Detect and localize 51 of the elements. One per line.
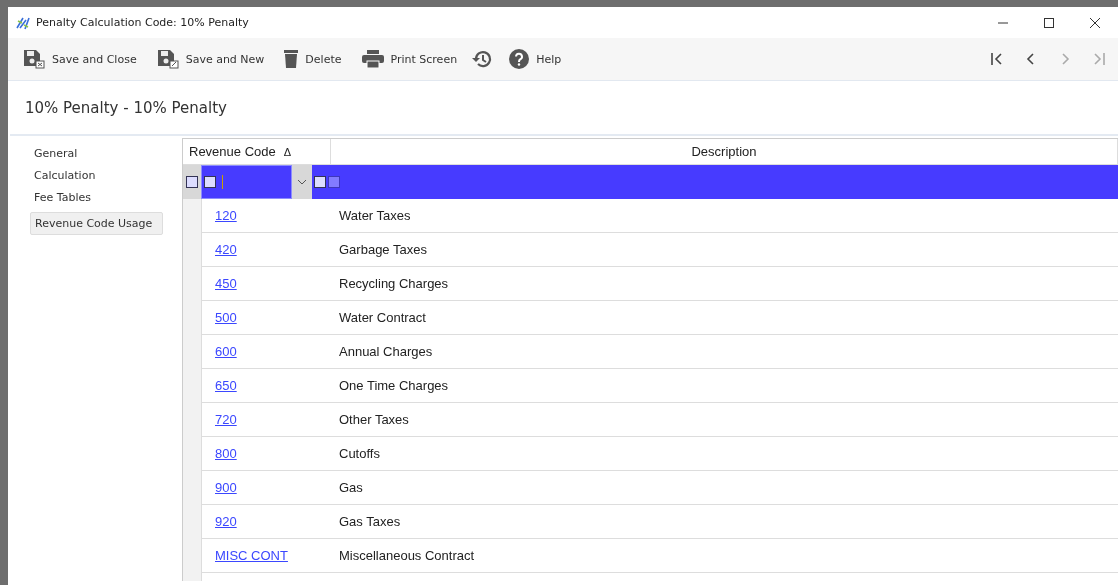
save-icon <box>23 49 45 69</box>
save-close-button[interactable]: Save and Close <box>17 44 143 74</box>
revenue-code-link[interactable]: 650 <box>215 378 237 393</box>
filter-field[interactable] <box>201 165 292 199</box>
record-heading: 10% Penalty - 10% Penalty <box>24 98 228 119</box>
filter-toggle-icon[interactable] <box>314 176 326 188</box>
revenue-code-link[interactable]: 420 <box>215 242 237 257</box>
sidebar-item[interactable]: Calculation <box>30 166 100 185</box>
revenue-code-link[interactable]: 920 <box>215 514 237 529</box>
history-icon[interactable] <box>471 49 494 69</box>
sidebar-item[interactable]: Revenue Code Usage <box>30 212 164 235</box>
revenue-code-link[interactable]: 120 <box>215 208 237 223</box>
table-cell: Miscellaneous Contract <box>339 548 475 563</box>
printer-icon <box>361 50 384 68</box>
revenue-code-link[interactable]: MISC CONT <box>215 548 288 563</box>
sort-ascending-icon: Δ <box>283 145 292 158</box>
table-cell: Recycling Charges <box>339 276 449 291</box>
help-icon <box>509 49 530 69</box>
revenue-code-link[interactable]: 900 <box>215 480 237 495</box>
revenue-code-link[interactable]: 800 <box>215 446 237 461</box>
table-cell: Water Contract <box>339 310 426 325</box>
filter-toggle-icon[interactable] <box>186 176 198 188</box>
revenue-code-link[interactable]: 600 <box>215 344 237 359</box>
app-logo-icon <box>16 15 30 30</box>
column-header[interactable]: Revenue Code Δ <box>183 139 331 164</box>
table-cell: Other Taxes <box>339 412 409 427</box>
save-icon <box>156 49 179 69</box>
window-title: Penalty Calculation Code: 10% Penalty <box>36 16 250 29</box>
close-icon[interactable] <box>1089 16 1101 29</box>
revenue-code-link[interactable]: 500 <box>215 310 237 325</box>
help-button[interactable]: Help <box>503 44 568 74</box>
delete-button[interactable]: Delete <box>278 44 348 74</box>
column-header[interactable]: Description <box>331 139 1118 164</box>
maximize-icon[interactable] <box>1043 16 1055 29</box>
table-cell: Water Taxes <box>339 208 411 223</box>
table-cell: Gas <box>339 480 363 495</box>
row-selector[interactable] <box>183 573 202 581</box>
table-cell: One Time Charges <box>339 378 449 393</box>
revenue-code-link[interactable]: 450 <box>215 276 237 291</box>
save-new-button[interactable]: Save and New <box>150 44 271 74</box>
trash-icon <box>284 49 299 69</box>
table-cell: Annual Charges <box>339 344 433 359</box>
table-cell: Gas Taxes <box>339 514 401 529</box>
row-selector[interactable] <box>183 199 202 233</box>
sidebar-item[interactable]: Fee Tables <box>30 188 95 207</box>
print-button[interactable]: Print Screen <box>355 44 464 74</box>
dropdown-caret-icon[interactable] <box>297 179 307 185</box>
sidebar-item[interactable]: General <box>30 144 82 163</box>
revenue-code-link[interactable]: 720 <box>215 412 237 427</box>
table-cell: Garbage Taxes <box>339 242 427 257</box>
table-cell: Cutoffs <box>339 446 380 461</box>
